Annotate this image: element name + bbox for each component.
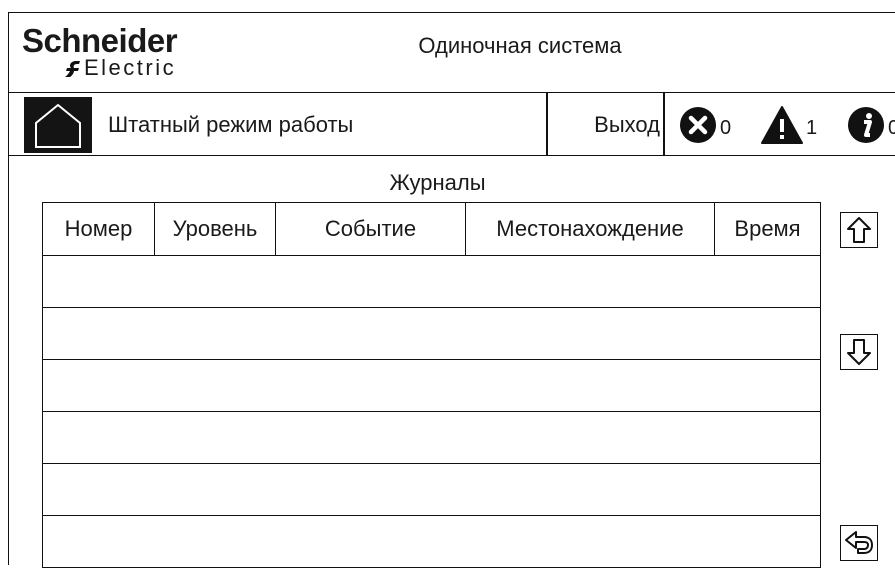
page-title: Одиночная система bbox=[418, 33, 622, 58]
scroll-up-button[interactable] bbox=[840, 212, 878, 248]
schneider-logo: Schneider Electric bbox=[22, 22, 202, 82]
arrow-up-icon bbox=[847, 217, 871, 243]
table-row[interactable] bbox=[42, 359, 821, 412]
logo-brand-sub: Electric bbox=[84, 55, 177, 80]
error-count: 0 bbox=[720, 117, 732, 139]
warning-count: 1 bbox=[806, 117, 818, 139]
column-header-time[interactable]: Время bbox=[714, 202, 821, 256]
table-row-cell bbox=[42, 359, 821, 412]
info-icon bbox=[848, 107, 884, 143]
divider bbox=[546, 93, 548, 155]
back-button[interactable] bbox=[840, 525, 878, 561]
error-x-icon bbox=[680, 107, 716, 143]
journal-table: Номер Уровень Событие Местонахождение Вр… bbox=[42, 202, 821, 568]
table-row[interactable] bbox=[42, 463, 821, 516]
status-bar: Штатный режим работы Выход 0 1 0 bbox=[8, 92, 895, 156]
error-counter[interactable]: 0 bbox=[678, 105, 738, 145]
table-header-row: Номер Уровень Событие Местонахождение Вр… bbox=[42, 202, 821, 256]
warning-icon bbox=[761, 106, 803, 144]
table-row[interactable] bbox=[42, 307, 821, 360]
operation-mode-label: Штатный режим работы bbox=[108, 112, 354, 137]
home-icon bbox=[35, 103, 81, 148]
column-header-number[interactable]: Номер bbox=[42, 202, 155, 256]
arrow-down-icon bbox=[847, 339, 871, 365]
journal-title: Журналы bbox=[389, 170, 486, 195]
table-row-cell bbox=[42, 463, 821, 516]
column-header-location[interactable]: Местонахождение bbox=[465, 202, 715, 256]
table-row-cell bbox=[42, 515, 821, 568]
column-header-level[interactable]: Уровень bbox=[154, 202, 276, 256]
back-arrow-icon bbox=[845, 531, 873, 554]
table-row-cell bbox=[42, 411, 821, 464]
table-row[interactable] bbox=[42, 255, 821, 308]
divider bbox=[663, 93, 665, 155]
table-row[interactable] bbox=[42, 515, 821, 568]
exit-button[interactable]: Выход bbox=[556, 93, 670, 155]
info-count: 0 bbox=[888, 117, 895, 139]
info-counter[interactable]: 0 bbox=[846, 105, 895, 145]
exit-button-label: Выход bbox=[594, 112, 660, 137]
home-button[interactable] bbox=[24, 97, 92, 153]
table-row-cell bbox=[42, 307, 821, 360]
warning-counter[interactable]: 1 bbox=[760, 105, 820, 145]
table-row[interactable] bbox=[42, 411, 821, 464]
column-header-event[interactable]: Событие bbox=[275, 202, 466, 256]
table-row-cell bbox=[42, 255, 821, 308]
logo-mark-icon bbox=[65, 61, 80, 77]
scroll-down-button[interactable] bbox=[840, 334, 878, 370]
